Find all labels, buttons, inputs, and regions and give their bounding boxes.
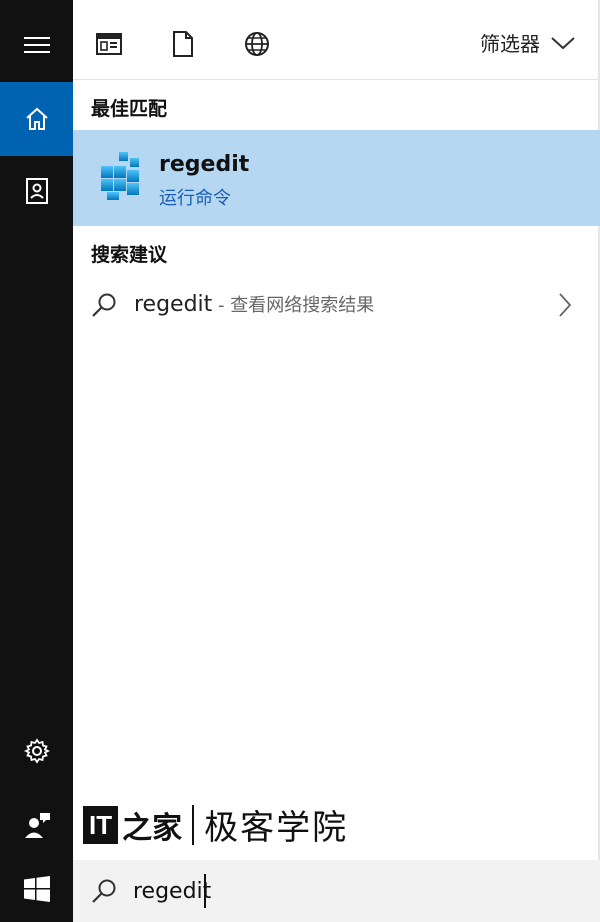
suggestion-description: - 查看网络搜索结果 [212,295,375,316]
suggestion-query: regedit [134,292,213,317]
watermark-text: 极客学院 [204,808,349,848]
chevron-right-icon[interactable] [558,292,572,318]
left-rail [0,0,73,922]
registry-editor-icon [101,152,139,200]
watermark: IT 之家 极客学院 [83,800,348,849]
search-input[interactable] [133,874,533,908]
start-button[interactable] [0,856,73,922]
filter-dropdown[interactable]: 筛选器 [480,28,576,57]
home-button[interactable] [0,82,73,156]
tab-web[interactable] [239,26,275,62]
watermark-separator [192,804,195,845]
web-filter-icon [245,32,269,56]
filter-label: 筛选器 [480,32,540,56]
best-match-result[interactable]: regedit 运行命令 [73,130,600,226]
notebook-button[interactable] [0,154,73,228]
settings-button[interactable] [0,714,73,788]
best-match-title: regedit [159,152,250,177]
documents-filter-icon [173,31,193,57]
search-icon [92,293,116,317]
home-icon [25,107,48,130]
gear-icon [23,738,50,764]
hamburger-menu-icon [23,37,50,53]
chevron-down-icon [551,36,575,49]
tab-documents[interactable] [165,26,201,62]
watermark-logo-it: IT [83,805,119,844]
user-feedback-icon [24,813,50,838]
suggestion-text: regedit - 查看网络搜索结果 [134,291,374,317]
watermark-logo-glyph: 之家 [122,810,183,846]
best-match-heading: 最佳匹配 [91,98,168,120]
best-match-subtitle: 运行命令 [159,188,231,209]
menu-button[interactable] [0,8,73,82]
notebook-icon [25,178,48,204]
text-caret [204,874,206,908]
watermark-logo: IT 之家 [83,803,182,847]
web-suggestion-item[interactable]: regedit - 查看网络搜索结果 [73,274,600,334]
feedback-button[interactable] [0,788,73,862]
apps-filter-icon [96,33,122,55]
tab-apps[interactable] [91,26,127,62]
search-panel: 筛选器 最佳匹配 regedit 运行命令 搜索建议 regedit - 查看网… [73,0,600,922]
filter-bar: 筛选器 [73,0,600,80]
search-box-icon [92,879,116,903]
windows-logo-icon [23,876,50,902]
suggestions-heading: 搜索建议 [91,244,168,266]
search-box[interactable] [73,860,600,922]
